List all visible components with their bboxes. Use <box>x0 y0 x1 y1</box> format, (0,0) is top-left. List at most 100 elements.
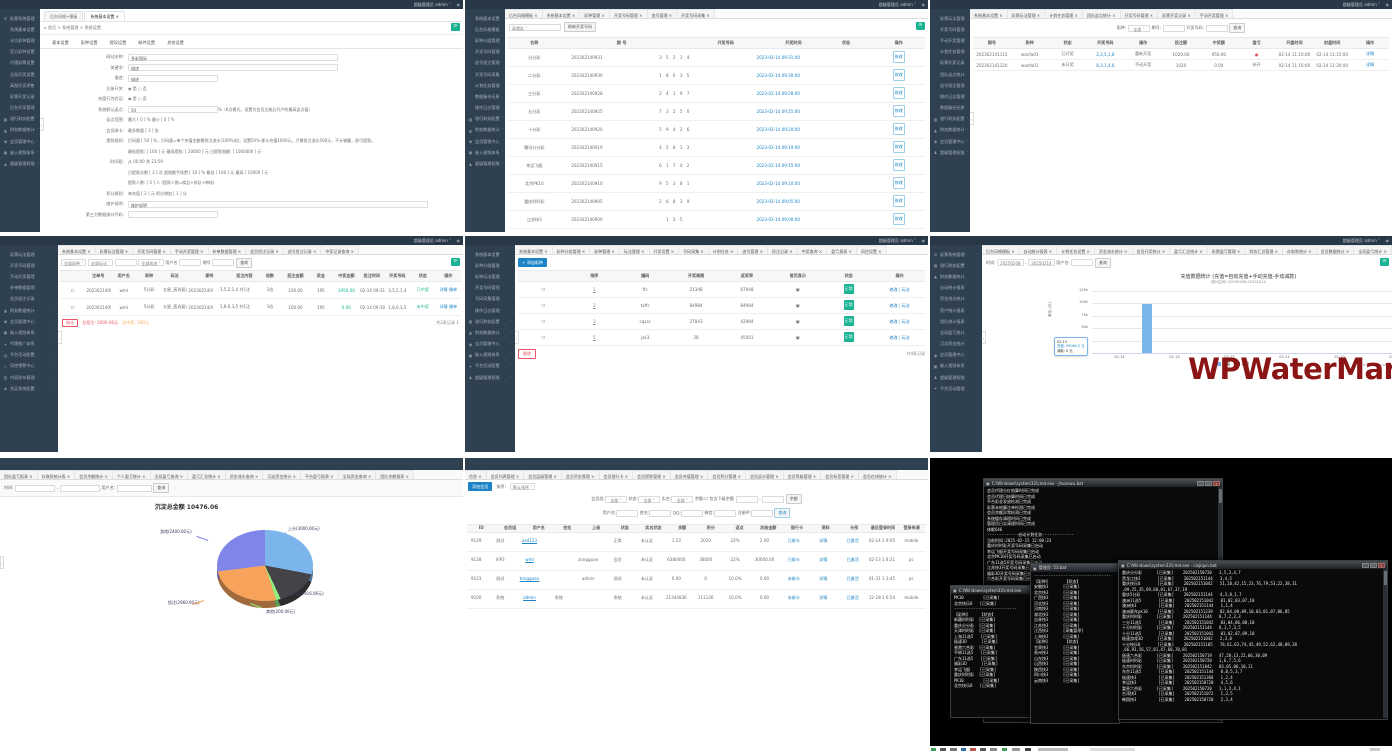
bell-icon[interactable]: ◉ <box>922 2 926 7</box>
reg-ip-input[interactable] <box>751 510 773 517</box>
issue-input[interactable] <box>1163 25 1185 32</box>
sidebar-item[interactable]: ♟超级管理权限˅ <box>0 158 40 169</box>
row-checkbox[interactable]: ☐ <box>60 286 85 295</box>
sidebar-item[interactable]: 追号投注管理 <box>930 80 970 91</box>
refresh-button[interactable]: ⟳ <box>916 22 925 30</box>
maximize-button[interactable]: ▢ <box>1370 563 1377 568</box>
page-tab[interactable]: 投注记录 × <box>768 245 798 254</box>
sidebar-item[interactable]: 系统基本设置 <box>0 24 40 35</box>
username-link[interactable]: wml <box>515 556 544 565</box>
page-tab[interactable]: 财务汇总管理 × <box>1245 245 1283 254</box>
page-tab[interactable]: 系统基本设置 × <box>970 9 1008 18</box>
settings-tab[interactable]: 提现设置 <box>104 38 133 48</box>
sidebar-item[interactable]: ◉会员管理中心˅ <box>930 350 982 361</box>
page-tab[interactable]: 后台风格模板 × <box>982 245 1020 254</box>
include-sub-checkbox[interactable]: ☐ 包含下级余额 <box>704 496 734 501</box>
sidebar-item[interactable]: 沉淀资金统计 <box>930 339 982 350</box>
minimize-button[interactable]: – <box>1362 563 1369 568</box>
topbar-user[interactable]: 超级管理员 admin ˅ <box>1343 238 1380 244</box>
page-tab[interactable]: 彩种管理 × <box>580 9 610 18</box>
row-checkbox[interactable]: ☐ <box>518 333 569 342</box>
form-input[interactable] <box>128 211 218 218</box>
edit-link[interactable]: 修改 <box>893 213 905 225</box>
sidebar-item[interactable]: 后台开奖管理 <box>0 103 40 114</box>
search-button[interactable]: 查询 <box>774 508 790 518</box>
wechat-input[interactable] <box>714 510 736 517</box>
sidebar-item[interactable]: ▦银行财务配置˅ <box>0 114 40 125</box>
sidebar-item[interactable]: ▣嵌入视频体系˅ <box>0 327 58 338</box>
sidebar-item[interactable]: 操作日志管理 <box>465 103 505 114</box>
name-input[interactable] <box>649 510 671 517</box>
window-titlebar[interactable]: ▣ C:\Windows\system32\cmd.exe <box>951 586 1033 594</box>
sidebar-item[interactable]: ✦平台活动配置˅ <box>465 361 515 372</box>
realname-select[interactable]: 全部 ˅ <box>671 496 693 503</box>
username-input[interactable] <box>117 485 152 492</box>
sort-input[interactable]: 3 <box>569 317 620 326</box>
sidebar-item[interactable]: 彩种分组管理 <box>465 35 505 46</box>
sidebar-item[interactable]: ♟超级管理权限˅ <box>930 147 970 158</box>
sidebar-item[interactable]: ♟超级管理权限˅ <box>465 158 505 169</box>
username-input[interactable] <box>1071 259 1093 266</box>
page-tab[interactable]: 开奖号码管理 × <box>610 9 648 18</box>
page-tab[interactable]: 存取款统计 × <box>1283 245 1317 254</box>
sidebar-item[interactable]: ▲财务数据统计˅ <box>930 125 970 136</box>
sidebar-item[interactable]: 手动开奖管理 <box>0 271 58 282</box>
sidebar-item[interactable]: ▣嵌入视频体系˅ <box>465 350 515 361</box>
topbar-user[interactable]: 超级管理员 admin ˅ <box>879 2 916 8</box>
topbar-user[interactable]: 超级管理员 admin ˅ <box>1343 2 1380 8</box>
sort-input[interactable]: 1 <box>569 285 620 294</box>
bar-recharge-0213[interactable] <box>1142 304 1152 353</box>
row-actions[interactable]: 修改 | 玩法 <box>874 317 925 327</box>
sidebar-collapse-handle[interactable]: ‹ <box>515 331 519 344</box>
sidebar-item[interactable]: 彩票玩法管理 <box>930 13 970 24</box>
page-tab[interactable]: 会员银行卡 × <box>600 470 634 479</box>
sidebar-item[interactable]: 系统基本设置 <box>465 249 515 260</box>
edit-link[interactable]: 修改 <box>893 69 905 81</box>
sidebar-item[interactable]: 手动开奖管理 <box>930 35 970 46</box>
delete-button[interactable]: 删除 <box>518 349 536 359</box>
sidebar-item[interactable]: ✦代理推广体系˅ <box>0 339 58 350</box>
sidebar-item[interactable]: 开奖号码管理 <box>465 283 515 294</box>
form-input[interactable]: 维护说明 <box>128 201 428 208</box>
page-tab[interactable]: 会员投注记录 × <box>246 245 284 254</box>
page-tab[interactable]: 会员积分管理 × <box>708 470 746 479</box>
settings-tab[interactable]: 基本设置 <box>46 38 75 48</box>
sidebar-item[interactable]: 高频开奖停售 <box>0 80 40 91</box>
page-tab[interactable]: 开奖号码管理 × <box>133 245 171 254</box>
sidebar-item[interactable]: 代理彩票设置 <box>0 58 40 69</box>
page-tab[interactable]: 开奖号码管理 × <box>1121 9 1159 18</box>
refresh-button[interactable]: ⟳ <box>1380 258 1389 266</box>
sidebar-item[interactable]: ▲财务数据统计˅ <box>0 305 58 316</box>
sidebar-item[interactable]: ♟合买系统配置˅ <box>0 383 58 394</box>
sidebar-item[interactable]: 自动统计报表 <box>930 283 982 294</box>
sidebar-item[interactable]: ▦银行财务配置˅ <box>930 114 970 125</box>
bell-icon[interactable]: ◉ <box>1386 238 1390 243</box>
qq-input[interactable] <box>681 510 703 517</box>
page-tab[interactable]: 彩票玩法管理 × <box>1008 9 1046 18</box>
sidebar-item[interactable]: 开奖号码管理 <box>465 47 505 58</box>
sidebar-item[interactable]: 彩种玩法管理 <box>465 271 515 282</box>
search-button[interactable]: 查询 <box>153 483 169 493</box>
page-tab[interactable]: 追号管理 × <box>648 9 678 18</box>
page-tab[interactable]: 中奖查询 × <box>798 245 828 254</box>
date-from-input[interactable]: 20250208 <box>997 259 1023 266</box>
window-titlebar[interactable]: ▣ C:\Windows\system32\cmd.exe - jhuanwu.… <box>984 479 1222 487</box>
page-tab[interactable]: 彩种管理 × <box>590 245 620 254</box>
refresh-button[interactable]: ⟳ <box>451 23 460 31</box>
page-tab[interactable]: 彩票开奖记录 × <box>1158 9 1196 18</box>
topbar-user[interactable]: 超级管理员 admin ˅ <box>414 238 451 244</box>
sidebar-item[interactable]: 开奖号码管理 <box>930 24 970 35</box>
display-toggle[interactable]: ▣ <box>772 301 823 310</box>
numbers-input[interactable] <box>1206 25 1228 32</box>
sidebar-item[interactable]: 补单数据管理 <box>0 283 58 294</box>
sidebar-item[interactable]: 计划任务管理 <box>465 80 505 91</box>
username-link[interactable]: tongguan <box>515 575 544 584</box>
sidebar-collapse-handle[interactable]: ‹ <box>58 331 62 344</box>
sidebar-item[interactable]: ▦银行财务配置˅ <box>465 316 515 327</box>
sidebar-item[interactable]: 会员投注记录 <box>0 294 58 305</box>
page-tab[interactable]: 会员等级管理 × <box>784 470 822 479</box>
page-tab[interactable]: 会员提款管理 × <box>633 470 671 479</box>
sidebar-item[interactable]: ▲财务数据统计˅ <box>465 327 515 338</box>
sidebar-item[interactable]: 全局盈亏统计 <box>930 327 982 338</box>
page-tab[interactable]: 团队盈亏报表 × <box>0 470 38 479</box>
